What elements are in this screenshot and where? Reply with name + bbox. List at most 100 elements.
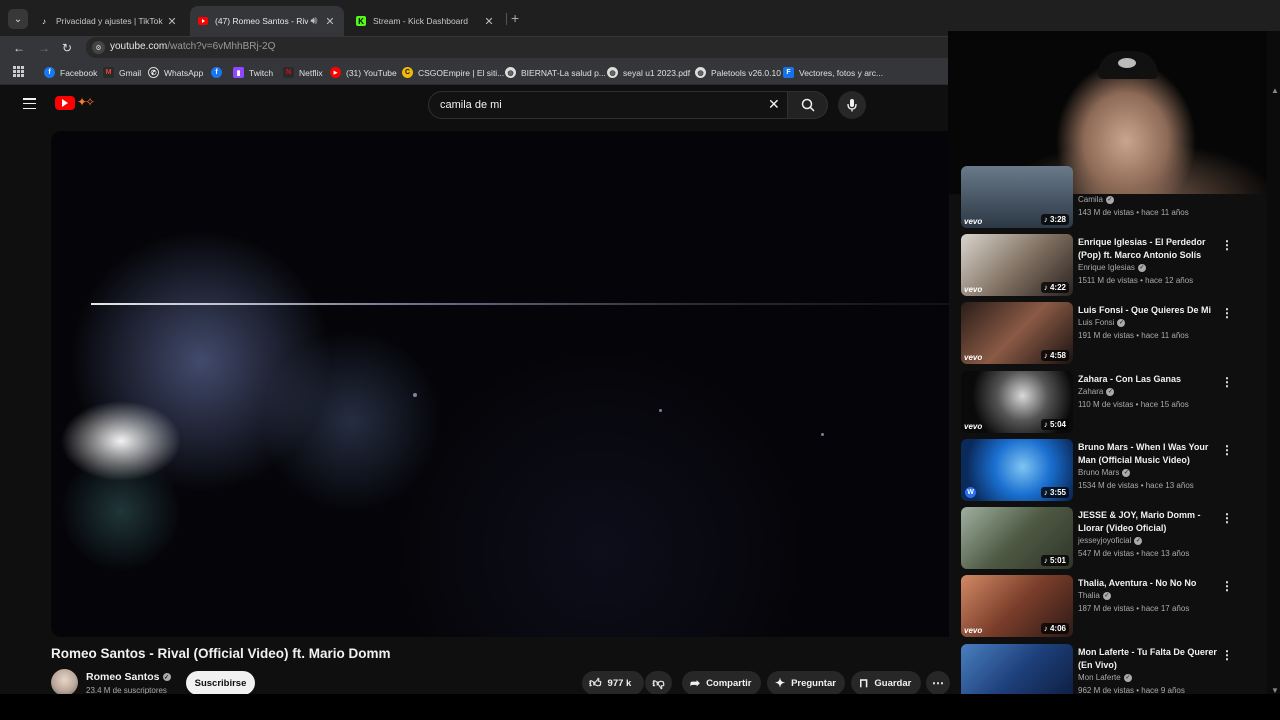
recommendation-channel[interactable]: Bruno Mars ✓: [1078, 468, 1131, 477]
more-actions-button[interactable]: ⋯: [926, 671, 950, 695]
apps-grid-icon[interactable]: [13, 66, 24, 77]
recommendation-item[interactable]: W ♪ 3:55 Bruno Mars - When I Was Your Ma…: [961, 439, 1261, 501]
verified-check-icon: ✓: [1106, 387, 1115, 396]
verified-check-icon: ✓: [1123, 673, 1132, 682]
bookmark-twitch[interactable]: ▮ Twitch: [233, 66, 273, 79]
globe-icon: ◍: [607, 67, 618, 78]
recommendation-title[interactable]: Luis Fonsi - Que Quieres De Mi: [1078, 304, 1218, 317]
site-info-icon[interactable]: ⚙: [92, 41, 105, 54]
subscribe-button[interactable]: Suscribirse: [186, 671, 255, 695]
search-box[interactable]: camila de mi ✕: [428, 91, 788, 119]
recommendation-channel[interactable]: Enrique Iglesias ✓: [1078, 263, 1146, 272]
scrollbar-track[interactable]: [1267, 31, 1280, 694]
channel-avatar[interactable]: [51, 669, 78, 696]
twitch-icon: ▮: [233, 67, 244, 78]
csgoempire-icon: C: [402, 67, 413, 78]
recommendation-channel[interactable]: Luis Fonsi ✓: [1078, 318, 1126, 327]
video-frame-particle: [821, 433, 824, 436]
recommendation-item[interactable]: Mon Laferte - Tu Falta De Querer (En Viv…: [961, 644, 1261, 694]
reload-icon[interactable]: ↻: [59, 40, 75, 56]
video-thumbnail[interactable]: vevo ♪ 4:06: [961, 575, 1073, 637]
recommendation-title[interactable]: Zahara - Con Las Ganas: [1078, 373, 1218, 386]
video-thumbnail[interactable]: vevo ♪ 4:22: [961, 234, 1073, 296]
search-input[interactable]: camila de mi: [440, 99, 502, 111]
recommendation-channel[interactable]: Mon Laferte ✓: [1078, 673, 1132, 682]
youtube-header: ✦✧ camila de mi ✕: [0, 86, 948, 124]
ask-button[interactable]: ✦ Preguntar: [767, 671, 845, 695]
thumbs-up-icon: 👍︎: [589, 675, 602, 690]
recommendation-title[interactable]: JESSE & JOY, Mario Domm - Llorar (Video …: [1078, 509, 1218, 535]
like-button[interactable]: 👍︎ 977 k: [582, 671, 644, 695]
more-vertical-icon[interactable]: ⋮: [1221, 511, 1233, 525]
recommendation-item[interactable]: vevo ♪ 4:58 Luis Fonsi - Que Quieres De …: [961, 302, 1261, 364]
recommendation-title[interactable]: Thalia, Aventura - No No No: [1078, 577, 1218, 590]
bookmark-netflix[interactable]: N Netflix: [283, 66, 323, 79]
video-thumbnail[interactable]: vevo ♪ 5:04: [961, 371, 1073, 433]
recommendation-item[interactable]: vevo ♪ 3:28 Camila ✓ 143 M de vistas • ha…: [961, 166, 1261, 228]
recommendation-title[interactable]: Enrique Iglesias - El Perdedor (Pop) ft.…: [1078, 236, 1218, 262]
bookmark-freepik[interactable]: F Vectores, fotos y arc...: [783, 66, 883, 79]
globe-icon: ◍: [695, 67, 706, 78]
recommendation-item[interactable]: vevo ♪ 5:04 Zahara - Con Las Ganas Zahar…: [961, 371, 1261, 433]
video-player[interactable]: [51, 131, 949, 637]
bookmarks-bar: f Facebook M Gmail ✆ WhatsApp f ▮ Twitch N Ne…: [0, 59, 948, 85]
forward-arrow-icon[interactable]: →: [36, 40, 52, 56]
recommendation-title[interactable]: Mon Laferte - Tu Falta De Querer (En Viv…: [1078, 646, 1218, 672]
bookmark-gmail[interactable]: M Gmail: [103, 66, 141, 79]
tab-search-button[interactable]: ⌄: [8, 9, 28, 29]
close-icon[interactable]: ✕: [166, 15, 178, 28]
recommendation-item[interactable]: vevo ♪ 4:22 Enrique Iglesias - El Perded…: [961, 234, 1261, 296]
video-duration: ♪ 3:55: [1040, 487, 1069, 498]
recommendation-channel[interactable]: Zahara ✓: [1078, 387, 1115, 396]
scroll-up-arrow-icon[interactable]: ▲: [1271, 86, 1279, 95]
channel-name[interactable]: Romeo Santos ✓: [86, 671, 171, 683]
tab-youtube-active[interactable]: (47) Romeo Santos - Rival ( 🔊︎ ✕: [190, 6, 344, 36]
save-button[interactable]: ⊓ Guardar: [851, 671, 921, 695]
more-vertical-icon[interactable]: ⋮: [1221, 238, 1233, 252]
more-vertical-icon[interactable]: ⋮: [1221, 306, 1233, 320]
video-thumbnail[interactable]: ♪ 5:01: [961, 507, 1073, 569]
recommendation-channel[interactable]: jesseyjoyoficial ✓: [1078, 536, 1143, 545]
video-thumbnail[interactable]: vevo ♪ 3:28: [961, 166, 1073, 228]
vevo-logo-icon: vevo: [964, 217, 983, 226]
address-bar[interactable]: ⚙ youtube.com/watch?v=6vMhhBRj-2Q: [86, 37, 948, 58]
bookmark-facebook-2[interactable]: f: [211, 66, 227, 79]
video-thumbnail[interactable]: vevo ♪ 4:58: [961, 302, 1073, 364]
search-button[interactable]: [788, 91, 828, 119]
recommendation-item[interactable]: vevo ♪ 4:06 Thalia, Aventura - No No No …: [961, 575, 1261, 637]
video-title: Romeo Santos - Rival (Official Video) ft…: [51, 646, 391, 661]
video-thumbnail[interactable]: [961, 644, 1073, 694]
bookmark-biernat[interactable]: ◍ BIERNAT-La salud p...: [505, 66, 606, 79]
bookmark-csgoempire[interactable]: C CSGOEmpire | El siti...: [402, 66, 504, 79]
speaker-icon[interactable]: 🔊︎: [308, 15, 320, 28]
recommendation-channel[interactable]: Camila ✓: [1078, 195, 1114, 204]
more-vertical-icon[interactable]: ⋮: [1221, 648, 1233, 662]
bookmark-seyal-pdf[interactable]: ◍ seyal u1 2023.pdf: [607, 66, 690, 79]
new-tab-button[interactable]: +: [511, 10, 519, 26]
voice-search-button[interactable]: [838, 91, 866, 119]
bookmark-paletools[interactable]: ◍ Paletools v26.0.10: [695, 66, 781, 79]
share-button[interactable]: ➦ Compartir: [682, 671, 761, 695]
menu-icon[interactable]: [23, 98, 36, 109]
bookmark-youtube[interactable]: ▶ (31) YouTube: [330, 66, 397, 79]
youtube-logo-icon[interactable]: [55, 96, 75, 110]
tab-kick[interactable]: K Stream - Kick Dashboard ✕: [348, 6, 503, 36]
video-thumbnail[interactable]: W ♪ 3:55: [961, 439, 1073, 501]
clear-search-icon[interactable]: ✕: [768, 96, 780, 113]
more-vertical-icon[interactable]: ⋮: [1221, 579, 1233, 593]
close-icon[interactable]: ✕: [324, 15, 336, 28]
dislike-button[interactable]: 👎︎: [645, 671, 672, 695]
recommendation-meta: 143 M de vistas • hace 11 años: [1078, 208, 1189, 217]
bookmark-facebook[interactable]: f Facebook: [44, 66, 97, 79]
tab-tiktok[interactable]: ♪ Privacidad y ajustes | TikTok ✕: [31, 6, 186, 36]
recommendation-meta: 191 M de vistas • hace 11 años: [1078, 331, 1189, 340]
back-arrow-icon[interactable]: ←: [11, 40, 27, 56]
recommendation-item[interactable]: ♪ 5:01 JESSE & JOY, Mario Domm - Llorar …: [961, 507, 1261, 569]
bookmark-whatsapp[interactable]: ✆ WhatsApp: [148, 66, 203, 79]
close-icon[interactable]: ✕: [483, 15, 495, 28]
recommendation-title[interactable]: Bruno Mars - When I Was Your Man (Offici…: [1078, 441, 1218, 467]
doodle-sparkle-icon[interactable]: ✦✧: [77, 95, 95, 109]
more-vertical-icon[interactable]: ⋮: [1221, 443, 1233, 457]
recommendation-channel[interactable]: Thalia ✓: [1078, 591, 1111, 600]
more-vertical-icon[interactable]: ⋮: [1221, 375, 1233, 389]
